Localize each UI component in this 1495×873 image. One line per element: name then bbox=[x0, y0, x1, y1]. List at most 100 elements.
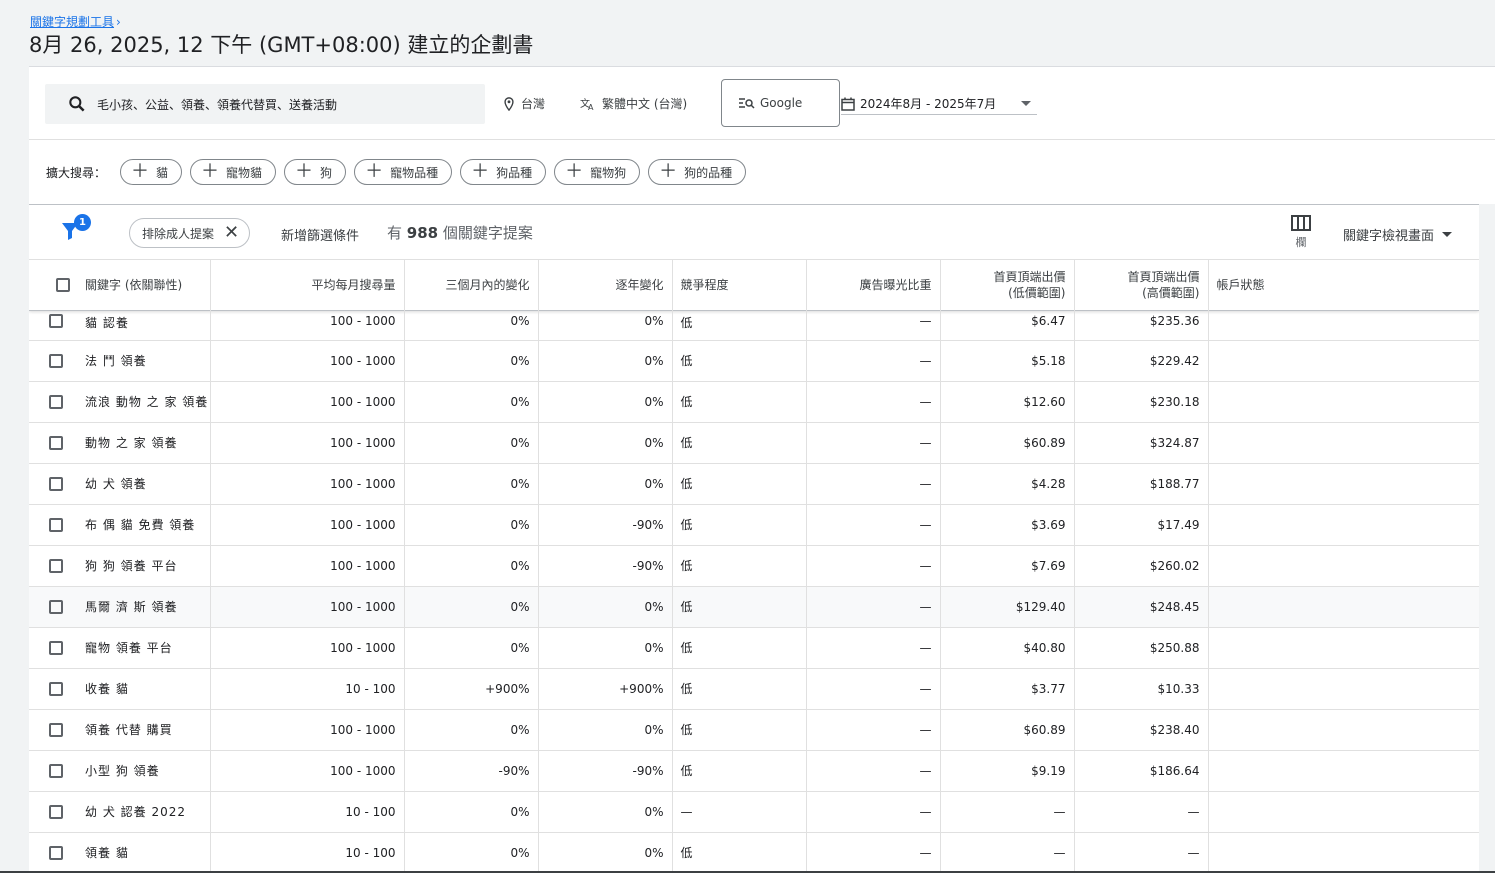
bid-high-cell: $230.18 bbox=[1074, 381, 1209, 422]
table-row[interactable]: 幼 犬 認養 2022 10 - 100 0% 0% — — — — bbox=[29, 791, 1479, 832]
table-row[interactable]: 狗 狗 領養 平台 100 - 1000 0% -90% 低 — $7.69 $260.02 bbox=[29, 545, 1479, 586]
keyword-table: 關鍵字 (依關聯性) 平均每月搜尋量 三個月內的變化 逐年變化 競爭程度 廣告曝… bbox=[29, 260, 1479, 873]
row-checkbox-cell bbox=[29, 586, 77, 627]
account-status-cell bbox=[1208, 310, 1479, 340]
col-bid-high[interactable]: 首頁頂端出價 (高價範圍) bbox=[1074, 260, 1209, 310]
language-label: 繁體中文 (台灣) bbox=[602, 97, 688, 111]
expand-search-label: 擴大搜尋： bbox=[46, 165, 107, 180]
row-checkbox[interactable] bbox=[49, 476, 63, 491]
keyword-cell[interactable]: 幼 犬 領養 bbox=[77, 463, 211, 504]
location-pin-icon bbox=[504, 96, 514, 111]
keyword-cell[interactable]: 布 偶 貓 免費 領養 bbox=[77, 504, 211, 545]
expand-chip[interactable]: ＋ 狗的品種 bbox=[648, 159, 747, 185]
table-row[interactable]: 小型 狗 領養 100 - 1000 -90% -90% 低 — $9.19 $186.64 bbox=[29, 750, 1479, 791]
expand-chip-label: 狗品種 bbox=[496, 165, 533, 180]
row-checkbox[interactable] bbox=[49, 640, 63, 655]
yoy-change-cell: 0% bbox=[538, 381, 673, 422]
row-checkbox[interactable] bbox=[49, 722, 63, 737]
row-checkbox-cell bbox=[29, 832, 77, 873]
row-checkbox[interactable] bbox=[49, 599, 63, 614]
keyword-cell[interactable]: 狗 狗 領養 平台 bbox=[77, 545, 211, 586]
impression-share-cell: — bbox=[806, 340, 941, 381]
location-selector[interactable]: 台灣 bbox=[503, 95, 545, 112]
chevron-down-icon bbox=[1021, 101, 1031, 106]
avg-searches-cell: 10 - 100 bbox=[210, 668, 405, 709]
col-three-month-change[interactable]: 三個月內的變化 bbox=[404, 260, 539, 310]
columns-button[interactable]: 欄 bbox=[1291, 215, 1311, 250]
view-label: 關鍵字檢視畫面 bbox=[1343, 229, 1435, 244]
yoy-change-cell: 0% bbox=[538, 310, 673, 340]
impression-share-cell: — bbox=[806, 504, 941, 545]
keyword-cell[interactable]: 法 鬥 領養 bbox=[77, 340, 211, 381]
competition-cell: 低 bbox=[672, 545, 807, 586]
keyword-cell[interactable]: 收養 貓 bbox=[77, 668, 211, 709]
table-row[interactable]: 幼 犬 領養 100 - 1000 0% 0% 低 — $4.28 $188.77 bbox=[29, 463, 1479, 504]
table-row[interactable]: 馬爾 濟 斯 領養 100 - 1000 0% 0% 低 — $129.40 $248.45 bbox=[29, 586, 1479, 627]
table-row[interactable]: 貓 認養 100 - 1000 0% 0% 低 — $6.47 $235.36 bbox=[29, 310, 1479, 340]
table-row[interactable]: 領養 貓 10 - 100 0% 0% 低 — — — bbox=[29, 832, 1479, 873]
breadcrumb-link-keyword-planner[interactable]: 關鍵字規劃工具 bbox=[30, 13, 114, 30]
bid-high-cell: $250.88 bbox=[1074, 627, 1209, 668]
bid-high-cell: $17.49 bbox=[1074, 504, 1209, 545]
col-account-status[interactable]: 帳戶狀態 bbox=[1208, 260, 1479, 310]
row-checkbox-cell bbox=[29, 504, 77, 545]
expand-chip[interactable]: ＋ 狗品種 bbox=[460, 159, 547, 185]
search-engine-selector[interactable]: Google bbox=[721, 79, 840, 127]
expand-chip[interactable]: ＋ 寵物品種 bbox=[354, 159, 453, 185]
table-row[interactable]: 領養 代替 購買 100 - 1000 0% 0% 低 — $60.89 $238.40 bbox=[29, 709, 1479, 750]
keyword-cell[interactable]: 貓 認養 bbox=[77, 310, 211, 340]
competition-cell: 低 bbox=[672, 310, 807, 340]
table-row[interactable]: 法 鬥 領養 100 - 1000 0% 0% 低 — $5.18 $229.42 bbox=[29, 340, 1479, 381]
row-checkbox-cell bbox=[29, 422, 77, 463]
table-row[interactable]: 收養 貓 10 - 100 +900% +900% 低 — $3.77 $10.33 bbox=[29, 668, 1479, 709]
row-checkbox[interactable] bbox=[49, 558, 63, 573]
expand-chip[interactable]: ＋ 寵物狗 bbox=[554, 159, 641, 185]
col-keyword[interactable]: 關鍵字 (依關聯性) bbox=[77, 260, 211, 310]
filter-bar: 1 排除成人提案 ✕ 新增篩選條件 有 988 個關鍵字提案 欄 關鍵字檢視畫面 bbox=[29, 205, 1479, 260]
col-yoy-change[interactable]: 逐年變化 bbox=[538, 260, 673, 310]
keyword-cell[interactable]: 小型 狗 領養 bbox=[77, 750, 211, 791]
add-filter-button[interactable]: 新增篩選條件 bbox=[281, 225, 359, 244]
expand-chip[interactable]: ＋貓 bbox=[120, 159, 183, 185]
keyword-cell[interactable]: 幼 犬 認養 2022 bbox=[77, 791, 211, 832]
close-icon[interactable]: ✕ bbox=[224, 224, 239, 242]
table-row[interactable]: 寵物 領養 平台 100 - 1000 0% 0% 低 — $40.80 $250.88 bbox=[29, 627, 1479, 668]
keyword-search-box[interactable]: 毛小孩、公益、領養、領養代替買、送養活動 bbox=[45, 84, 485, 124]
keyword-cell[interactable]: 領養 代替 購買 bbox=[77, 709, 211, 750]
language-selector[interactable]: 文A 繁體中文 (台灣) bbox=[580, 95, 687, 112]
yoy-change-cell: -90% bbox=[538, 504, 673, 545]
row-checkbox[interactable] bbox=[49, 845, 63, 860]
table-row[interactable]: 布 偶 貓 免費 領養 100 - 1000 0% -90% 低 — $3.69 $17.49 bbox=[29, 504, 1479, 545]
expand-chip-label: 寵物狗 bbox=[590, 165, 627, 180]
table-row[interactable]: 流浪 動物 之 家 領養 100 - 1000 0% 0% 低 — $12.60 $230.1… bbox=[29, 381, 1479, 422]
active-filter-chip[interactable]: 排除成人提案 ✕ bbox=[129, 218, 251, 248]
date-range-selector[interactable]: 2024年8月 - 2025年7月 bbox=[841, 93, 1037, 115]
keyword-cell[interactable]: 領養 貓 bbox=[77, 832, 211, 873]
select-all-checkbox[interactable] bbox=[56, 278, 70, 293]
avg-searches-cell: 10 - 100 bbox=[210, 791, 405, 832]
three-month-change-cell: 0% bbox=[404, 627, 539, 668]
keyword-cell[interactable]: 寵物 領養 平台 bbox=[77, 627, 211, 668]
col-impression-share[interactable]: 廣告曝光比重 bbox=[806, 260, 941, 310]
col-avg-monthly-searches[interactable]: 平均每月搜尋量 bbox=[210, 260, 405, 310]
row-checkbox[interactable] bbox=[49, 804, 63, 819]
expand-chip[interactable]: ＋ 寵物貓 bbox=[190, 159, 277, 185]
keyword-cell[interactable]: 流浪 動物 之 家 領養 bbox=[77, 381, 211, 422]
table-row[interactable]: 動物 之 家 領養 100 - 1000 0% 0% 低 — $60.89 $324.87 bbox=[29, 422, 1479, 463]
col-competition[interactable]: 競爭程度 bbox=[672, 260, 807, 310]
account-status-cell bbox=[1208, 504, 1479, 545]
keyword-cell[interactable]: 馬爾 濟 斯 領養 bbox=[77, 586, 211, 627]
row-checkbox[interactable] bbox=[49, 435, 63, 450]
row-checkbox[interactable] bbox=[49, 394, 63, 409]
expand-chip[interactable]: ＋狗 bbox=[284, 159, 347, 185]
row-checkbox[interactable] bbox=[49, 763, 63, 778]
col-bid-low[interactable]: 首頁頂端出價 (低價範圍) bbox=[940, 260, 1075, 310]
keyword-cell[interactable]: 動物 之 家 領養 bbox=[77, 422, 211, 463]
bid-low-cell: $4.28 bbox=[940, 463, 1075, 504]
row-checkbox[interactable] bbox=[49, 314, 63, 328]
row-checkbox[interactable] bbox=[49, 681, 63, 696]
keyword-view-selector[interactable]: 關鍵字檢視畫面 bbox=[1343, 225, 1453, 244]
yoy-change-cell: 0% bbox=[538, 586, 673, 627]
row-checkbox[interactable] bbox=[49, 517, 63, 532]
row-checkbox[interactable] bbox=[49, 353, 63, 368]
